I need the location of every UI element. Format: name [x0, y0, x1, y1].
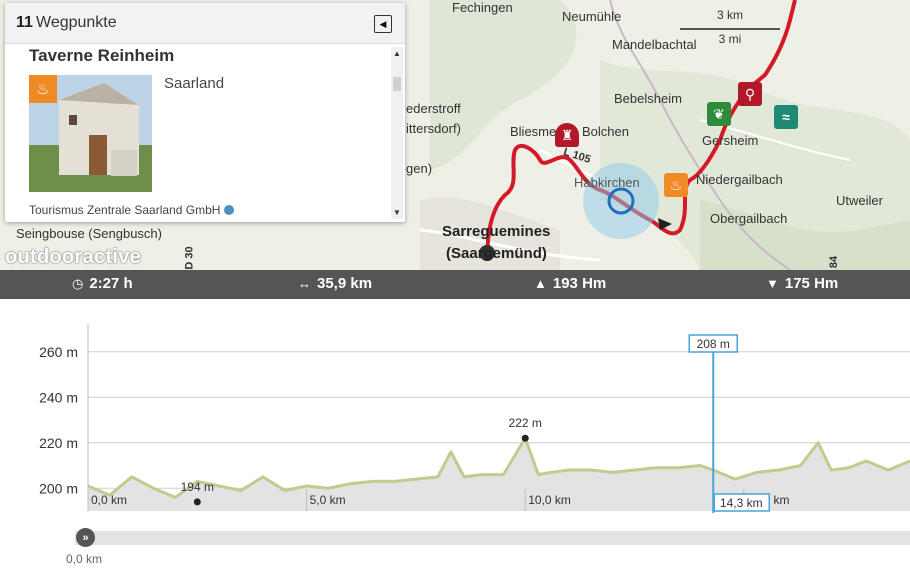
descent-value: 175 Hm [784, 275, 839, 292]
town-label: Bebelsheim [614, 91, 682, 106]
leaf-icon[interactable]: ❦ [707, 102, 731, 126]
scroll-up-icon[interactable]: ▲ [391, 49, 403, 58]
stat-descent: ▼ 175 Hm [766, 275, 838, 292]
distance-icon: ↔ [298, 276, 311, 291]
collapse-panel-button[interactable]: ◀ [374, 15, 392, 33]
ascent-value: 193 Hm [552, 275, 607, 292]
descent-icon: ▼ [766, 276, 779, 291]
extreme-point [193, 498, 201, 506]
distance-value: 35,9 km [317, 275, 373, 292]
road-label: D 30 [183, 246, 196, 270]
restaurant-icon: ♨ [29, 75, 57, 103]
stat-duration: ◷ 2:27 h [72, 275, 133, 292]
y-tick-label: 240 m [39, 389, 78, 405]
town-label: Niedergailbach [696, 172, 783, 187]
town-label: gen) [406, 161, 433, 176]
scale-mi: 3 mi [718, 32, 742, 46]
bike-rental-icon[interactable]: ⚲ [738, 82, 762, 106]
road-label: 84 [828, 255, 841, 269]
town-label: Obergailbach [710, 211, 788, 226]
scroll-thumb[interactable] [393, 77, 401, 91]
poi-region: Saarland [164, 75, 225, 92]
x-tick-label: 0,0 km [91, 493, 127, 507]
town-label: Fechingen [452, 0, 513, 15]
town-label: Bolchen [582, 124, 629, 139]
cursor-distance-label: 14,3 km [720, 496, 763, 510]
clock-icon: ◷ [72, 276, 84, 291]
swimming-icon[interactable]: ≈ [774, 105, 798, 129]
poi-source: Tourismus Zentrale Saarland GmbH [29, 203, 235, 217]
waypoint-count: 11 [16, 14, 33, 31]
duration-value: 2:27 h [89, 275, 133, 292]
stat-distance: ↔ 35,9 km [298, 275, 372, 292]
range-slider-handle[interactable]: » [76, 528, 95, 547]
waypoints-panel: 11 Wegpunkte ◀ Taverne Reinheim ♨ Saarla… [5, 3, 405, 222]
extreme-label: 222 m [509, 416, 542, 430]
stats-bar: ◷ 2:27 h ↔ 35,9 km ▲ 193 Hm ▼ 175 Hm [0, 270, 910, 299]
town-label: ittersdorf) [406, 121, 461, 136]
extreme-point [521, 434, 529, 442]
scroll-down-icon[interactable]: ▼ [391, 208, 403, 217]
brand-logo: outdooractive [5, 246, 142, 268]
slider-start-label: 0,0 km [66, 552, 103, 566]
x-tick-label: 5,0 km [310, 493, 346, 507]
x-tick-label: 10,0 km [528, 493, 571, 507]
y-tick-label: 200 m [39, 480, 78, 496]
town-label: Neumühle [562, 9, 622, 24]
ascent-icon: ▲ [534, 276, 547, 291]
restaurant-icon[interactable]: ♨ [664, 173, 688, 197]
elevation-profile[interactable]: 200 m 220 m 240 m 260 m 0,0 km 5,0 km 10,0 km 1… [0, 299, 910, 568]
stat-ascent: ▲ 193 Hm [534, 275, 606, 292]
waypoint-label: Wegpunkte [36, 14, 117, 31]
cursor-elevation-label: 208 m [697, 337, 730, 351]
town-label: (Saargemünd) [446, 245, 547, 262]
poi-source-text: Tourismus Zentrale Saarland GmbH [29, 203, 221, 217]
scale-km: 3 km [716, 8, 743, 22]
elevation-chart[interactable]: 200 m 220 m 240 m 260 m 0,0 km 5,0 km 10,0 km 1… [0, 299, 910, 524]
town-label: Seingbouse (Sengbusch) [16, 226, 162, 241]
town-label: ederstroff [406, 101, 461, 116]
verified-icon [224, 205, 235, 215]
map-scale: 3 km 3 mi [680, 6, 780, 48]
town-label: Habkirchen [574, 175, 640, 190]
town-label: Utweiler [836, 193, 883, 208]
extreme-label: 194 m [181, 480, 214, 494]
scale-bar [680, 28, 780, 30]
poi-title[interactable]: Taverne Reinheim [29, 46, 174, 66]
range-slider-track[interactable] [75, 531, 910, 545]
town-label: Gersheim [702, 133, 759, 148]
panel-scrollbar[interactable]: ▲ ▼ [391, 47, 403, 219]
panel-header: 11 Wegpunkte ◀ [5, 3, 405, 44]
town-label: Sarreguemines [442, 223, 551, 240]
y-tick-label: 220 m [39, 435, 78, 451]
castle-icon[interactable]: ♜ [555, 123, 579, 147]
waypoint-card[interactable]: Taverne Reinheim ♨ Saarland Tourismus Ze… [5, 44, 378, 222]
y-tick-label: 260 m [39, 344, 78, 360]
